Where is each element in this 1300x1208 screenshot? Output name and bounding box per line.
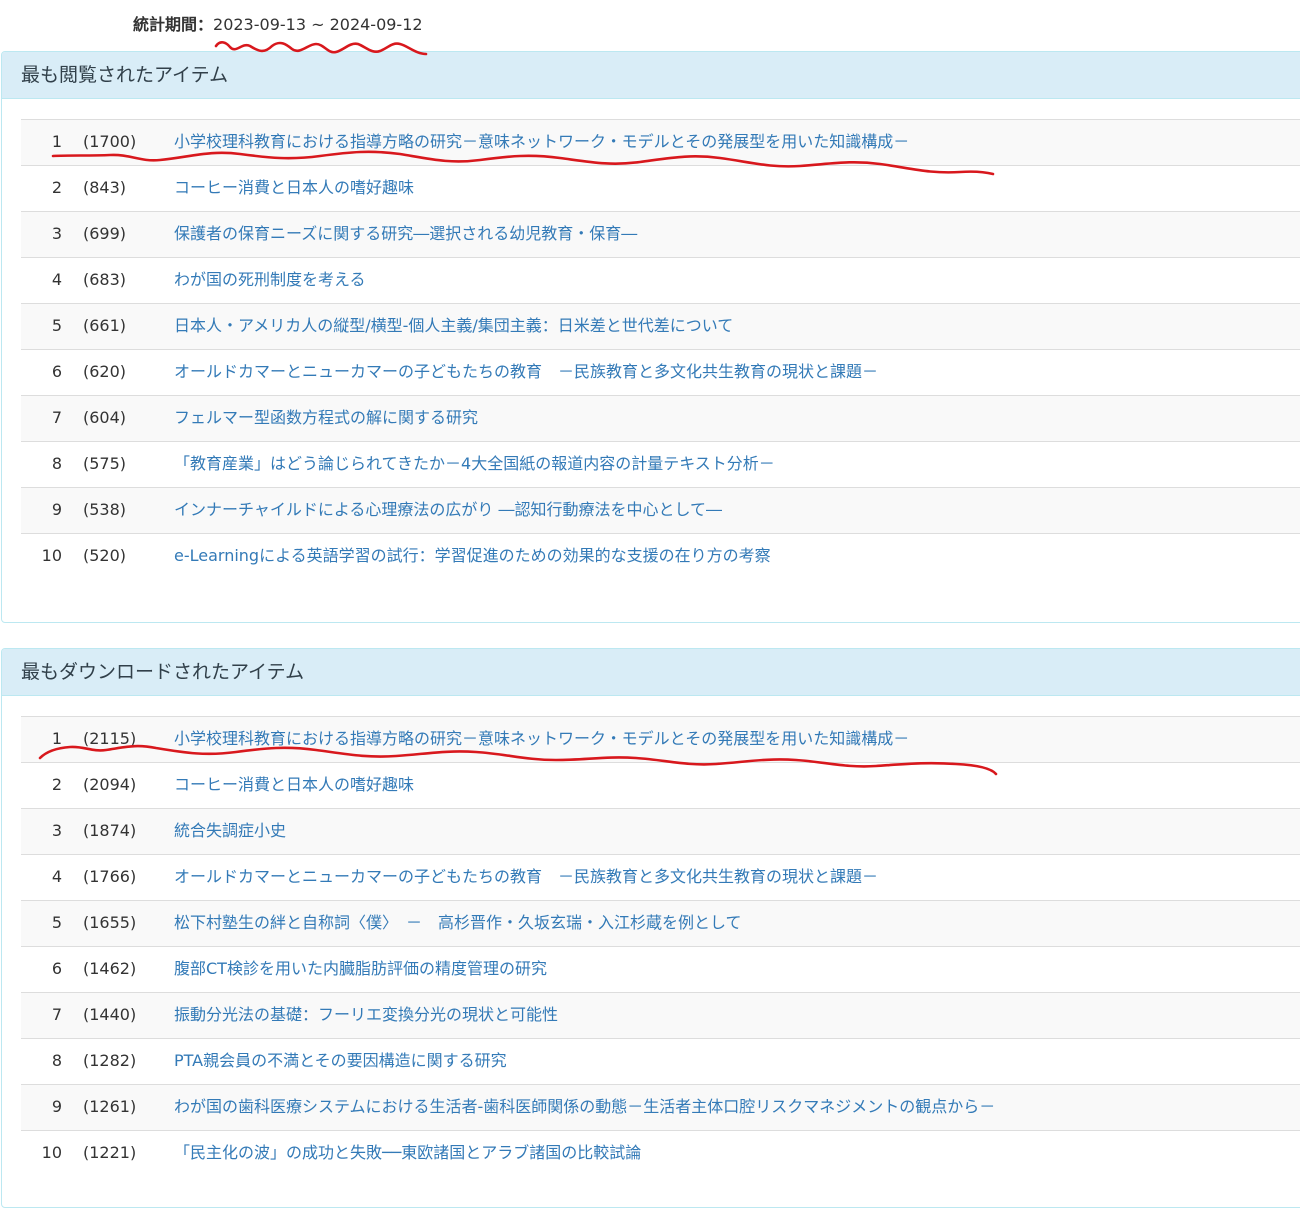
- item-title-link[interactable]: 「民主化の波」の成功と失敗──東欧諸国とアラブ諸国の比較試論: [174, 1131, 641, 1175]
- ranking-row: 5 (1655) 松下村塾生の絆と自称詞〈僕〉 － 高杉晋作・久坂玄瑞・入江杉蔵を例…: [21, 900, 1300, 946]
- rank-number: 5: [51, 316, 62, 335]
- rank-count: (604): [83, 408, 127, 427]
- most-downloaded-panel: 最もダウンロードされたアイテム 1 (2115) 小学校理科教育における指導方略の研…: [1, 648, 1300, 1208]
- item-title-link[interactable]: 小学校理科教育における指導方略の研究－意味ネットワーク・モデルとその発展型を用い…: [174, 717, 909, 761]
- item-title-link[interactable]: 統合失調症小史: [174, 809, 286, 853]
- ranking-row: 6 (1462) 腹部CT検診を用いた内臓脂肪評価の精度管理の研究: [21, 946, 1300, 992]
- rank-count: (1282): [83, 1051, 137, 1070]
- ranking-row: 8 (575) 「教育産業」はどう論じられてきたか－4大全国紙の報道内容の計量テキス…: [21, 441, 1300, 487]
- rank-number: 3: [51, 224, 62, 243]
- rank-count: (538): [83, 500, 127, 519]
- item-title-link[interactable]: インナーチャイルドによる心理療法の広がり ―認知行動療法を中心として―: [174, 488, 722, 532]
- ranking-row: 5 (661) 日本人・アメリカ人の縦型/横型-個人主義/集団主義：日米差と世代差に…: [21, 303, 1300, 349]
- rank-number: 7: [51, 408, 62, 427]
- item-title-link[interactable]: オールドカマーとニューカマーの子どもたちの教育 －民族教育と多文化共生教育の現状…: [174, 855, 878, 899]
- ranking-row: 3 (699) 保護者の保育ニーズに関する研究―選択される幼児教育・保育―: [21, 211, 1300, 257]
- rank-number: 9: [51, 1097, 62, 1116]
- ranking-row: 10 (1221) 「民主化の波」の成功と失敗──東欧諸国とアラブ諸国の比較試論: [21, 1130, 1300, 1176]
- rank-number: 4: [51, 867, 62, 886]
- rank-number: 2: [51, 775, 62, 794]
- rank-count: (683): [83, 270, 127, 289]
- item-title-link[interactable]: オールドカマーとニューカマーの子どもたちの教育 －民族教育と多文化共生教育の現状…: [174, 350, 878, 394]
- ranking-row: 2 (843) コーヒー消費と日本人の嗜好趣味: [21, 165, 1300, 211]
- rank-count: (1766): [83, 867, 137, 886]
- rank-count: (575): [83, 454, 127, 473]
- item-title-link[interactable]: 日本人・アメリカ人の縦型/横型-個人主義/集団主義：日米差と世代差について: [174, 304, 733, 348]
- item-title-link[interactable]: フェルマー型函数方程式の解に関する研究: [174, 396, 478, 440]
- rank-count: (661): [83, 316, 127, 335]
- period-value: 2023-09-13 ~ 2024-09-12: [213, 15, 423, 34]
- rank-number: 6: [51, 362, 62, 381]
- ranking-row: 4 (1766) オールドカマーとニューカマーの子どもたちの教育 －民族教育と多文化…: [21, 854, 1300, 900]
- rank-number: 7: [51, 1005, 62, 1024]
- rank-count: (699): [83, 224, 127, 243]
- rank-count: (1874): [83, 821, 137, 840]
- rank-number: 6: [51, 959, 62, 978]
- rank-number: 3: [51, 821, 62, 840]
- ranking-row: 1 (1700) 小学校理科教育における指導方略の研究－意味ネットワーク・モデルとそ…: [21, 119, 1300, 165]
- item-title-link[interactable]: 「教育産業」はどう論じられてきたか－4大全国紙の報道内容の計量テキスト分析－: [174, 442, 775, 486]
- rank-count: (843): [83, 178, 127, 197]
- rank-count: (2115): [83, 729, 137, 748]
- most-viewed-heading: 最も閲覧されたアイテム: [2, 52, 1300, 99]
- rank-number: 5: [51, 913, 62, 932]
- rank-count: (2094): [83, 775, 137, 794]
- rank-number: 9: [51, 500, 62, 519]
- ranking-row: 3 (1874) 統合失調症小史: [21, 808, 1300, 854]
- item-title-link[interactable]: PTA親会員の不満とその要因構造に関する研究: [174, 1039, 507, 1083]
- item-title-link[interactable]: 腹部CT検診を用いた内臓脂肪評価の精度管理の研究: [174, 947, 547, 991]
- period-label: 統計期間：: [133, 15, 214, 34]
- rank-count: (1655): [83, 913, 137, 932]
- ranking-row: 9 (1261) わが国の歯科医療システムにおける生活者-歯科医師関係の動態－生活者…: [21, 1084, 1300, 1130]
- ranking-row: 6 (620) オールドカマーとニューカマーの子どもたちの教育 －民族教育と多文化共…: [21, 349, 1300, 395]
- most-downloaded-list: 1 (2115) 小学校理科教育における指導方略の研究－意味ネットワーク・モデルとそ…: [21, 716, 1300, 1176]
- rank-number: 8: [51, 454, 62, 473]
- rank-number: 4: [51, 270, 62, 289]
- rank-count: (1462): [83, 959, 137, 978]
- ranking-row: 2 (2094) コーヒー消費と日本人の嗜好趣味: [21, 762, 1300, 808]
- rank-number: 1: [51, 132, 62, 151]
- item-title-link[interactable]: 小学校理科教育における指導方略の研究－意味ネットワーク・モデルとその発展型を用い…: [174, 120, 909, 164]
- item-title-link[interactable]: わが国の歯科医療システムにおける生活者-歯科医師関係の動態－生活者主体口腔リスク…: [174, 1085, 995, 1129]
- rank-count: (1700): [83, 132, 137, 151]
- rank-number: 10: [41, 546, 62, 565]
- statistics-period: 統計期間：2023-09-13 ~ 2024-09-12: [133, 13, 423, 37]
- item-title-link[interactable]: e-Learningによる英語学習の試行：学習促進のための効果的な支援の在り方の…: [174, 534, 771, 578]
- rank-number: 1: [51, 729, 62, 748]
- most-viewed-panel: 最も閲覧されたアイテム 1 (1700) 小学校理科教育における指導方略の研究－意味…: [1, 51, 1300, 623]
- rank-count: (1261): [83, 1097, 137, 1116]
- item-title-link[interactable]: 松下村塾生の絆と自称詞〈僕〉 － 高杉晋作・久坂玄瑞・入江杉蔵を例として: [174, 901, 742, 945]
- ranking-row: 7 (1440) 振動分光法の基礎：フーリエ変換分光の現状と可能性: [21, 992, 1300, 1038]
- rank-count: (520): [83, 546, 127, 565]
- ranking-row: 4 (683) わが国の死刑制度を考える: [21, 257, 1300, 303]
- rank-number: 2: [51, 178, 62, 197]
- item-title-link[interactable]: コーヒー消費と日本人の嗜好趣味: [174, 166, 414, 210]
- item-title-link[interactable]: コーヒー消費と日本人の嗜好趣味: [174, 763, 414, 807]
- rank-count: (1221): [83, 1143, 137, 1162]
- item-title-link[interactable]: 保護者の保育ニーズに関する研究―選択される幼児教育・保育―: [174, 212, 637, 256]
- rank-number: 8: [51, 1051, 62, 1070]
- rank-number: 10: [41, 1143, 62, 1162]
- ranking-row: 1 (2115) 小学校理科教育における指導方略の研究－意味ネットワーク・モデルとそ…: [21, 716, 1300, 762]
- item-title-link[interactable]: わが国の死刑制度を考える: [174, 258, 366, 302]
- most-downloaded-heading: 最もダウンロードされたアイテム: [2, 649, 1300, 696]
- ranking-row: 10 (520) e-Learningによる英語学習の試行：学習促進のための効果的な…: [21, 533, 1300, 579]
- ranking-row: 7 (604) フェルマー型函数方程式の解に関する研究: [21, 395, 1300, 441]
- rank-count: (620): [83, 362, 127, 381]
- most-viewed-list: 1 (1700) 小学校理科教育における指導方略の研究－意味ネットワーク・モデルとそ…: [21, 119, 1300, 579]
- rank-count: (1440): [83, 1005, 137, 1024]
- ranking-row: 9 (538) インナーチャイルドによる心理療法の広がり ―認知行動療法を中心として…: [21, 487, 1300, 533]
- ranking-row: 8 (1282) PTA親会員の不満とその要因構造に関する研究: [21, 1038, 1300, 1084]
- item-title-link[interactable]: 振動分光法の基礎：フーリエ変換分光の現状と可能性: [174, 993, 558, 1037]
